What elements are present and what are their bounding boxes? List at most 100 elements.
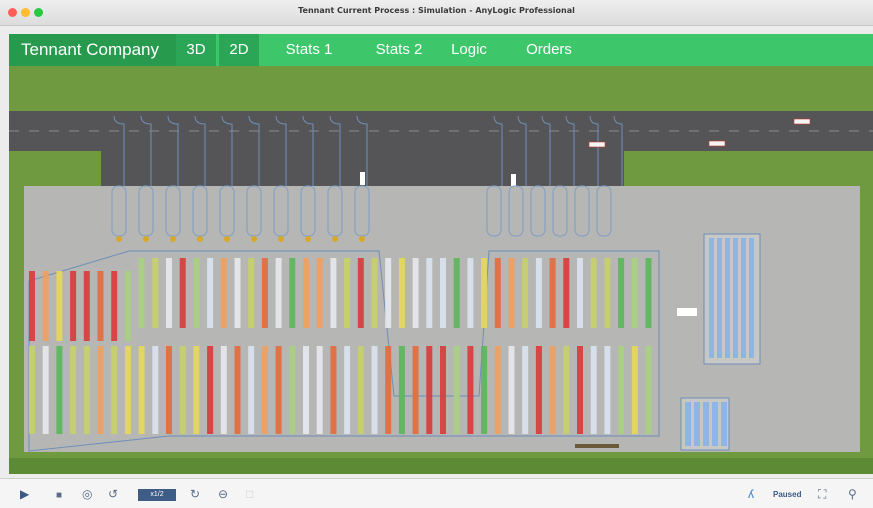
tab-stats-1[interactable]: Stats 1 bbox=[269, 34, 349, 66]
storage-rack bbox=[440, 346, 446, 434]
dock-marker bbox=[143, 236, 149, 242]
tab-3d[interactable]: 3D bbox=[176, 34, 216, 66]
storage-rack bbox=[577, 258, 583, 328]
storage-rack bbox=[535, 258, 542, 328]
staging-rack bbox=[749, 238, 754, 358]
truck-icon bbox=[588, 141, 606, 148]
staging-rack bbox=[725, 238, 730, 358]
window-title: Tennant Current Process : Simulation - A… bbox=[298, 6, 575, 15]
storage-rack bbox=[166, 346, 172, 434]
storage-rack bbox=[124, 271, 131, 341]
tab-stats-2[interactable]: Stats 2 bbox=[359, 34, 439, 66]
storage-rack bbox=[522, 346, 529, 434]
storage-rack bbox=[549, 346, 556, 434]
dock-marker bbox=[197, 236, 203, 242]
storage-rack bbox=[494, 346, 501, 434]
truck-icon bbox=[511, 174, 516, 186]
storage-rack bbox=[29, 271, 35, 341]
storage-rack bbox=[56, 346, 63, 434]
storage-rack bbox=[275, 258, 282, 328]
storage-rack bbox=[261, 258, 268, 328]
staging-rack bbox=[694, 402, 700, 446]
storage-rack bbox=[124, 346, 131, 434]
dock-marker bbox=[278, 236, 284, 242]
storage-rack bbox=[234, 258, 241, 328]
storage-rack bbox=[467, 258, 474, 328]
storage-rack bbox=[83, 346, 90, 434]
storage-rack bbox=[275, 346, 282, 434]
dock-marker bbox=[116, 236, 122, 242]
staging-rack bbox=[712, 402, 718, 446]
storage-rack bbox=[398, 258, 405, 328]
fullscreen-icon[interactable]: ⛶ bbox=[818, 487, 826, 501]
play-icon[interactable]: ▶ bbox=[20, 487, 29, 501]
storage-rack bbox=[467, 346, 474, 434]
storage-rack bbox=[193, 346, 200, 434]
storage-rack bbox=[220, 258, 227, 328]
step-icon[interactable]: ◎ bbox=[82, 487, 92, 501]
storage-rack bbox=[535, 346, 542, 434]
status-label: Paused bbox=[773, 490, 802, 499]
stop-icon[interactable]: ■ bbox=[56, 489, 62, 503]
zoom-icon[interactable]: ⚲ bbox=[848, 487, 857, 501]
storage-rack bbox=[330, 346, 337, 434]
staging-rack bbox=[717, 238, 722, 358]
staging-rack bbox=[733, 238, 738, 358]
storage-rack bbox=[604, 258, 611, 328]
storage-rack bbox=[645, 346, 652, 434]
storage-rack bbox=[508, 346, 515, 434]
storage-rack bbox=[138, 346, 145, 434]
storage-rack bbox=[316, 258, 323, 328]
storage-rack bbox=[412, 346, 419, 434]
fast-forward-icon[interactable]: ⊖ bbox=[218, 487, 228, 501]
storage-rack bbox=[563, 258, 570, 328]
storage-rack bbox=[453, 346, 460, 434]
storage-rack bbox=[220, 346, 227, 434]
slow-down-icon[interactable]: ↺ bbox=[108, 487, 118, 501]
dock-marker bbox=[305, 236, 311, 242]
truck-icon bbox=[708, 140, 726, 147]
storage-rack bbox=[398, 346, 405, 434]
storage-rack bbox=[179, 258, 186, 328]
storage-rack bbox=[631, 346, 638, 434]
storage-rack bbox=[522, 258, 529, 328]
tab-2d[interactable]: 2D bbox=[219, 34, 259, 66]
storage-rack bbox=[83, 271, 90, 341]
storage-rack bbox=[481, 346, 488, 434]
speed-display[interactable]: x1/2 bbox=[138, 489, 176, 501]
storage-rack bbox=[590, 346, 597, 434]
storage-rack bbox=[631, 258, 638, 328]
speed-up-icon[interactable]: ↻ bbox=[190, 487, 200, 501]
storage-rack bbox=[590, 258, 597, 328]
dock-marker bbox=[170, 236, 176, 242]
simulation-canvas[interactable] bbox=[9, 66, 873, 474]
tab-orders[interactable]: Orders bbox=[509, 34, 589, 66]
storage-rack bbox=[494, 258, 501, 328]
storage-rack bbox=[453, 258, 460, 328]
storage-rack bbox=[645, 258, 652, 328]
storage-rack bbox=[426, 258, 433, 328]
storage-rack bbox=[248, 346, 255, 434]
pallet-group bbox=[677, 308, 697, 316]
storage-rack bbox=[97, 346, 104, 434]
storage-rack bbox=[344, 258, 351, 328]
storage-rack bbox=[70, 346, 77, 434]
staging-rack bbox=[703, 402, 709, 446]
storage-rack bbox=[111, 346, 118, 434]
truck-icon bbox=[360, 172, 365, 185]
storage-rack bbox=[618, 346, 625, 434]
dock-marker bbox=[332, 236, 338, 242]
warehouse-layout-map[interactable] bbox=[9, 66, 873, 474]
conveyor bbox=[575, 444, 619, 448]
storage-rack bbox=[371, 346, 378, 434]
storage-rack bbox=[385, 258, 392, 328]
storage-rack bbox=[207, 258, 214, 328]
storage-rack bbox=[577, 346, 583, 434]
storage-rack bbox=[508, 258, 515, 328]
storage-rack bbox=[248, 258, 255, 328]
storage-rack bbox=[179, 346, 186, 434]
view-navbar: Tennant Company 3D 2D Stats 1 Stats 2 Lo… bbox=[9, 34, 873, 66]
tab-logic[interactable]: Logic bbox=[439, 34, 499, 66]
storage-rack bbox=[371, 258, 378, 328]
storage-rack bbox=[207, 346, 214, 434]
